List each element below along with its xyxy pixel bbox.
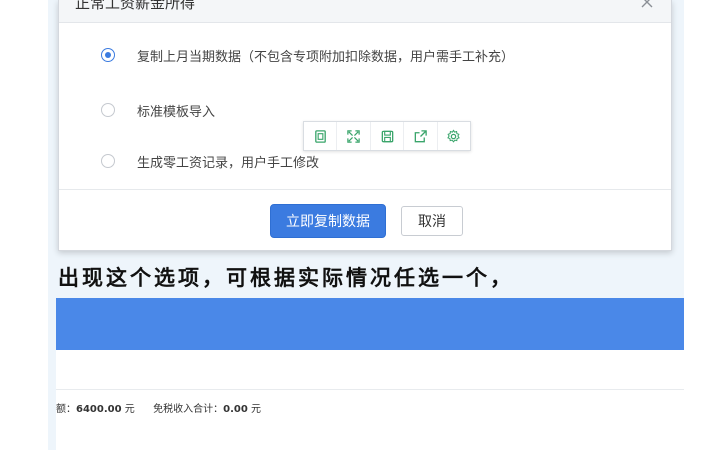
close-icon[interactable] xyxy=(637,0,657,14)
tax-free-unit: 元 xyxy=(250,404,261,415)
option-label: 标准模板导入 xyxy=(137,104,216,120)
radio-template-import[interactable] xyxy=(101,103,115,117)
copy-data-now-button[interactable]: 立即复制数据 xyxy=(270,204,386,238)
option-label: 生成零工资记录，用户手工修改 xyxy=(137,155,320,171)
tax-free-value: 0.00 xyxy=(223,404,248,415)
amount-label: 额： xyxy=(56,404,76,415)
amount-value: 6400.00 xyxy=(76,404,122,415)
option-copy-last-month[interactable]: 复制上月当期数据（不包含专项附加扣除数据，用户需手工补充） xyxy=(101,44,514,66)
option-label: 复制上月当期数据（不包含专项附加扣除数据，用户需手工补充） xyxy=(137,49,515,65)
cancel-button[interactable]: 取消 xyxy=(401,206,463,236)
radio-zero-salary[interactable] xyxy=(101,154,115,168)
settings-icon[interactable] xyxy=(438,122,470,150)
floating-toolbar xyxy=(303,121,471,151)
share-icon[interactable] xyxy=(404,122,438,150)
summary-divider xyxy=(56,389,684,390)
blue-banner xyxy=(56,298,684,350)
fullscreen-icon[interactable] xyxy=(337,122,371,150)
summary-line: 额：6400.00 元 免税收入合计：0.00 元 xyxy=(56,400,261,415)
dialog-title: 正常工资薪金所得 xyxy=(75,0,196,12)
option-zero-salary[interactable]: 生成零工资记录，用户手工修改 xyxy=(101,150,319,172)
option-template-import[interactable]: 标准模板导入 xyxy=(101,99,215,121)
tax-free-label: 免税收入合计： xyxy=(153,404,224,415)
amount-unit: 元 xyxy=(124,404,135,415)
footer-divider xyxy=(59,189,671,190)
radio-copy-last-month[interactable] xyxy=(101,48,115,62)
summary-panel: 额：6400.00 元 免税收入合计：0.00 元 xyxy=(56,350,684,450)
copy-icon[interactable] xyxy=(304,122,338,150)
dialog-header: 正常工资薪金所得 xyxy=(59,0,671,23)
caption-text: 出现这个选项，可根据实际情况任选一个， xyxy=(58,266,514,290)
copy-data-dialog: 正常工资薪金所得 复制上月当期数据（不包含专项附加扣除数据，用户需手工补充） 标… xyxy=(58,0,672,251)
save-icon[interactable] xyxy=(371,122,405,150)
